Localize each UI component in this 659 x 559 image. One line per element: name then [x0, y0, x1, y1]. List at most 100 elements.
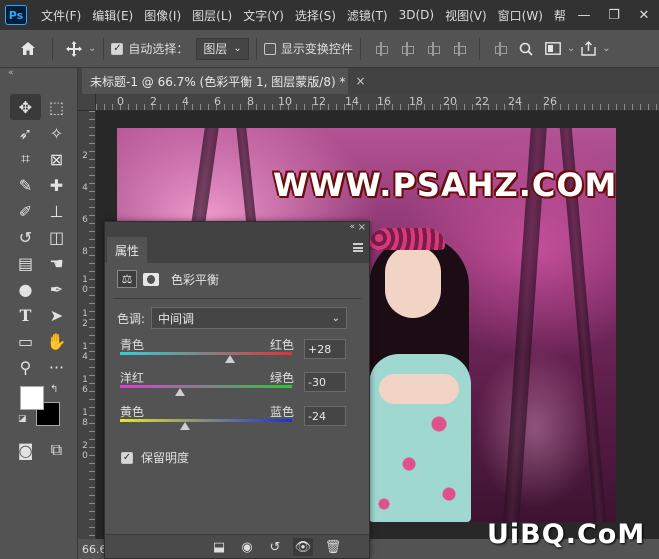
clip-to-layer-icon[interactable]: ⬓: [209, 538, 229, 556]
gradient-tool-icon[interactable]: ▤: [10, 250, 41, 276]
marquee-tool-icon[interactable]: ⬚: [41, 94, 72, 120]
document-tab[interactable]: 未标题-1 @ 66.7% (色彩平衡 1, 图层蒙版/8) * ×: [82, 68, 366, 94]
auto-select-checkbox[interactable]: ✓: [111, 42, 124, 55]
home-icon[interactable]: [20, 41, 36, 56]
align-left-icon[interactable]: [374, 41, 388, 56]
reset-icon[interactable]: ↺: [265, 538, 285, 556]
quick-mask-icon[interactable]: ◙: [10, 438, 41, 462]
slider-value-input[interactable]: -30: [304, 372, 346, 392]
auto-select-target-dropdown[interactable]: 图层 ⌄: [196, 37, 249, 60]
foreground-color-swatch[interactable]: [20, 386, 44, 410]
rectangle-tool-icon[interactable]: ▭: [10, 328, 41, 354]
toolbox-collapse-icon[interactable]: «: [8, 68, 14, 78]
slider-thumb[interactable]: [225, 355, 236, 363]
align-center-icon[interactable]: [400, 41, 414, 56]
align-right-icon[interactable]: [426, 41, 440, 56]
ruler-label: 6: [82, 215, 88, 225]
chevron-down-icon[interactable]: ⌄: [602, 43, 610, 54]
menu-window[interactable]: 窗口(W): [498, 7, 543, 24]
default-colors-icon[interactable]: ◪: [18, 414, 27, 424]
collapse-panel-icon[interactable]: «: [349, 222, 355, 232]
chevron-down-icon[interactable]: ⌄: [567, 43, 575, 54]
screen-mode-icon[interactable]: ⧉: [41, 438, 72, 462]
slider-track[interactable]: [120, 419, 292, 422]
trash-icon[interactable]: 🗑: [323, 538, 343, 556]
eye-icon[interactable]: 👁: [293, 538, 313, 556]
slider-value-input[interactable]: -24: [304, 406, 346, 426]
stamp-tool-icon[interactable]: ⊥: [41, 198, 72, 224]
slider-left-label: 洋红: [120, 371, 145, 385]
slider-track[interactable]: [120, 352, 292, 355]
magenta-green-slider: 洋红 绿色 -30: [120, 369, 365, 399]
minimize-button[interactable]: —: [569, 8, 599, 23]
menu-help[interactable]: 帮: [554, 7, 566, 24]
ruler-origin[interactable]: [78, 94, 96, 111]
magic-wand-tool-icon[interactable]: ✧: [41, 120, 72, 146]
corner-watermark: UiBQ.CoM: [487, 519, 646, 550]
hand-tool-icon[interactable]: ✋: [41, 328, 72, 354]
vertical-ruler[interactable]: 2 4 6 8 1 0 1 2 1 4 1 6 1 8 2 0: [78, 111, 96, 539]
menu-type[interactable]: 文字(Y): [243, 7, 284, 24]
lasso-tool-icon[interactable]: ➶: [10, 120, 41, 146]
show-transform-checkbox[interactable]: [263, 42, 276, 55]
share-icon[interactable]: [581, 41, 596, 56]
slider-thumb[interactable]: [180, 422, 191, 430]
ruler-label: 8: [247, 95, 254, 108]
healing-brush-tool-icon[interactable]: ✚: [41, 172, 72, 198]
slider-track[interactable]: [120, 385, 292, 388]
menu-select[interactable]: 选择(S): [295, 7, 336, 24]
view-previous-icon[interactable]: ◉: [237, 538, 257, 556]
tone-label: 色调:: [117, 311, 146, 326]
menu-view[interactable]: 视图(V): [445, 7, 487, 24]
auto-select-label: 自动选择：: [128, 42, 189, 56]
menu-filter[interactable]: 滤镜(T): [347, 7, 388, 24]
type-tool-icon[interactable]: T: [10, 302, 41, 328]
move-tool-icon[interactable]: ✥: [10, 94, 41, 120]
panel-menu-icon[interactable]: [353, 243, 363, 252]
history-brush-tool-icon[interactable]: ↺: [10, 224, 41, 250]
panel-footer: ⬓ ◉ ↺ 👁 🗑: [105, 534, 369, 558]
smudge-tool-icon[interactable]: ☚: [41, 250, 72, 276]
menu-3d[interactable]: 3D(D): [399, 8, 434, 22]
panel-title-strip[interactable]: « ×: [105, 222, 369, 237]
tone-dropdown[interactable]: 中间调 ⌄: [151, 307, 348, 329]
menu-image[interactable]: 图像(I): [144, 7, 181, 24]
close-tab-icon[interactable]: ×: [355, 74, 365, 88]
menu-layer[interactable]: 图层(L): [192, 7, 232, 24]
eraser-tool-icon[interactable]: ◫: [41, 224, 72, 250]
dodge-tool-icon[interactable]: ●: [10, 276, 41, 302]
align-top-icon[interactable]: [493, 41, 507, 56]
workspace-icon[interactable]: [544, 42, 561, 55]
document-tab-title: 未标题-1 @ 66.7% (色彩平衡 1, 图层蒙版/8) *: [90, 74, 346, 89]
restore-button[interactable]: ❐: [599, 8, 629, 23]
menu-edit[interactable]: 编辑(E): [92, 7, 133, 24]
balance-scale-icon[interactable]: ⚖: [117, 270, 137, 288]
path-select-tool-icon[interactable]: ➤: [41, 302, 72, 328]
close-button[interactable]: ✕: [629, 8, 659, 23]
horizontal-ruler[interactable]: 0 2 4 6 8 10 12 14 16 18 20 22 24 26: [96, 94, 659, 111]
slider-value-input[interactable]: +28: [304, 339, 346, 359]
separator: [52, 37, 53, 60]
zoom-tool-icon[interactable]: ⚲: [10, 354, 41, 380]
search-icon[interactable]: [519, 42, 533, 56]
swap-colors-icon[interactable]: ↰: [50, 384, 58, 395]
chevron-down-icon[interactable]: ⌄: [88, 43, 96, 54]
photoshop-logo-icon[interactable]: Ps: [5, 5, 27, 25]
close-panel-icon[interactable]: ×: [358, 222, 366, 233]
tab-properties[interactable]: 属性: [107, 237, 147, 263]
align-middle-icon[interactable]: [452, 41, 466, 56]
frame-tool-icon[interactable]: ⊠: [41, 146, 72, 172]
ruler-label: 12: [312, 95, 326, 108]
pen-tool-icon[interactable]: ✒: [41, 276, 72, 302]
brush-tool-icon[interactable]: ✐: [10, 198, 41, 224]
slider-thumb[interactable]: [175, 388, 186, 396]
ruler-label: 10: [278, 95, 292, 108]
preserve-luminosity-checkbox[interactable]: ✓: [121, 451, 133, 464]
more-tools-icon[interactable]: ···: [41, 354, 72, 380]
menu-file[interactable]: 文件(F): [41, 7, 81, 24]
move-tool-icon[interactable]: [66, 40, 82, 57]
eyedropper-tool-icon[interactable]: ✎: [10, 172, 41, 198]
crop-tool-icon[interactable]: ⌗: [10, 146, 41, 172]
layer-mask-icon[interactable]: [141, 270, 161, 288]
chevron-down-icon: ⌄: [331, 312, 341, 324]
